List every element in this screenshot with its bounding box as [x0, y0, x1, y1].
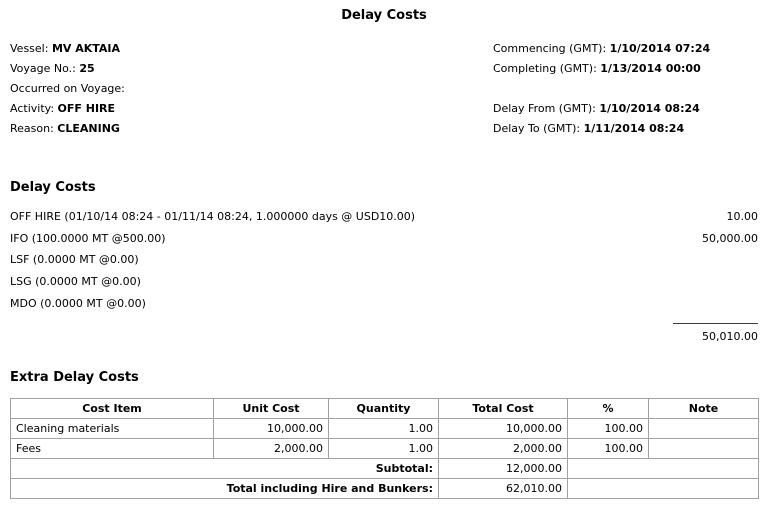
cost-line-description: MDO (0.0000 MT @0.00) [10, 293, 146, 315]
cell-quantity: 1.00 [329, 419, 439, 439]
total-separator-line [673, 323, 758, 324]
delay-from-label: Delay From (GMT): [493, 102, 596, 115]
spacer-row [493, 79, 758, 99]
vessel-value: MV AKTAIA [52, 42, 120, 55]
delay-to-value: 1/11/2014 08:24 [584, 122, 684, 135]
commencing-value: 1/10/2014 07:24 [610, 42, 710, 55]
grand-total-row: Total including Hire and Bunkers: 62,010… [11, 479, 759, 499]
voyage-no-row: Voyage No.: 25 [10, 59, 493, 79]
extra-delay-costs-heading: Extra Delay Costs [10, 370, 758, 385]
occurred-on-voyage-label: Occurred on Voyage: [10, 82, 125, 95]
grand-total-label: Total including Hire and Bunkers: [11, 479, 439, 499]
cell-quantity: 1.00 [329, 439, 439, 459]
cell-total-cost: 10,000.00 [439, 419, 568, 439]
cost-line-amount: 50,000.00 [702, 228, 758, 250]
table-header-row: Cost Item Unit Cost Quantity Total Cost … [11, 399, 759, 419]
header-info: Vessel: MV AKTAIA Voyage No.: 25 Occurre… [10, 39, 758, 139]
voyage-no-value: 25 [79, 62, 94, 75]
cost-line-ifo: IFO (100.0000 MT @500.00) 50,000.00 [10, 228, 758, 250]
delay-from-value: 1/10/2014 08:24 [599, 102, 699, 115]
cost-line-description: LSF (0.0000 MT @0.00) [10, 249, 139, 271]
commencing-label: Commencing (GMT): [493, 42, 606, 55]
extra-delay-costs-table: Cost Item Unit Cost Quantity Total Cost … [10, 398, 759, 499]
activity-label: Activity: [10, 102, 54, 115]
delay-to-row: Delay To (GMT): 1/11/2014 08:24 [493, 119, 758, 139]
table-row: Fees 2,000.00 1.00 2,000.00 100.00 [11, 439, 759, 459]
delay-from-row: Delay From (GMT): 1/10/2014 08:24 [493, 99, 758, 119]
activity-row: Activity: OFF HIRE [10, 99, 493, 119]
header-info-right: Commencing (GMT): 1/10/2014 07:24 Comple… [493, 39, 758, 139]
grand-total-empty-cell [568, 479, 759, 499]
cost-line-description: LSG (0.0000 MT @0.00) [10, 271, 141, 293]
delay-costs-total: 50,010.00 [10, 330, 758, 343]
cell-cost-item: Fees [11, 439, 214, 459]
cell-unit-cost: 10,000.00 [214, 419, 329, 439]
header-unit-cost: Unit Cost [214, 399, 329, 419]
cost-line-mdo: MDO (0.0000 MT @0.00) [10, 293, 758, 315]
header-total-cost: Total Cost [439, 399, 568, 419]
cost-line-off-hire: OFF HIRE (01/10/14 08:24 - 01/11/14 08:2… [10, 206, 758, 228]
voyage-no-label: Voyage No.: [10, 62, 76, 75]
cell-total-cost: 2,000.00 [439, 439, 568, 459]
reason-value: CLEANING [57, 122, 120, 135]
cell-note [649, 439, 759, 459]
completing-row: Completing (GMT): 1/13/2014 00:00 [493, 59, 758, 79]
cell-note [649, 419, 759, 439]
subtotal-row: Subtotal: 12,000.00 [11, 459, 759, 479]
completing-label: Completing (GMT): [493, 62, 597, 75]
delay-costs-report: Delay Costs Vessel: MV AKTAIA Voyage No.… [0, 8, 768, 499]
vessel-label: Vessel: [10, 42, 48, 55]
cell-unit-cost: 2,000.00 [214, 439, 329, 459]
subtotal-empty-cell [568, 459, 759, 479]
completing-value: 1/13/2014 00:00 [600, 62, 700, 75]
subtotal-label: Subtotal: [11, 459, 439, 479]
cell-percent: 100.00 [568, 439, 649, 459]
commencing-row: Commencing (GMT): 1/10/2014 07:24 [493, 39, 758, 59]
occurred-on-voyage-row: Occurred on Voyage: [10, 79, 493, 99]
reason-label: Reason: [10, 122, 54, 135]
delay-cost-lines: OFF HIRE (01/10/14 08:24 - 01/11/14 08:2… [10, 206, 758, 314]
cost-line-lsg: LSG (0.0000 MT @0.00) [10, 271, 758, 293]
page-title: Delay Costs [10, 8, 758, 23]
header-percent: % [568, 399, 649, 419]
reason-row: Reason: CLEANING [10, 119, 493, 139]
header-note: Note [649, 399, 759, 419]
cell-cost-item: Cleaning materials [11, 419, 214, 439]
delay-to-label: Delay To (GMT): [493, 122, 580, 135]
cost-line-amount: 10.00 [727, 206, 759, 228]
header-info-left: Vessel: MV AKTAIA Voyage No.: 25 Occurre… [10, 39, 493, 139]
delay-costs-heading: Delay Costs [10, 180, 758, 195]
header-quantity: Quantity [329, 399, 439, 419]
subtotal-value: 12,000.00 [439, 459, 568, 479]
cost-line-description: OFF HIRE (01/10/14 08:24 - 01/11/14 08:2… [10, 206, 415, 228]
vessel-row: Vessel: MV AKTAIA [10, 39, 493, 59]
table-row: Cleaning materials 10,000.00 1.00 10,000… [11, 419, 759, 439]
cost-line-lsf: LSF (0.0000 MT @0.00) [10, 249, 758, 271]
grand-total-value: 62,010.00 [439, 479, 568, 499]
activity-value: OFF HIRE [58, 102, 116, 115]
cell-percent: 100.00 [568, 419, 649, 439]
cost-line-description: IFO (100.0000 MT @500.00) [10, 228, 166, 250]
header-cost-item: Cost Item [11, 399, 214, 419]
